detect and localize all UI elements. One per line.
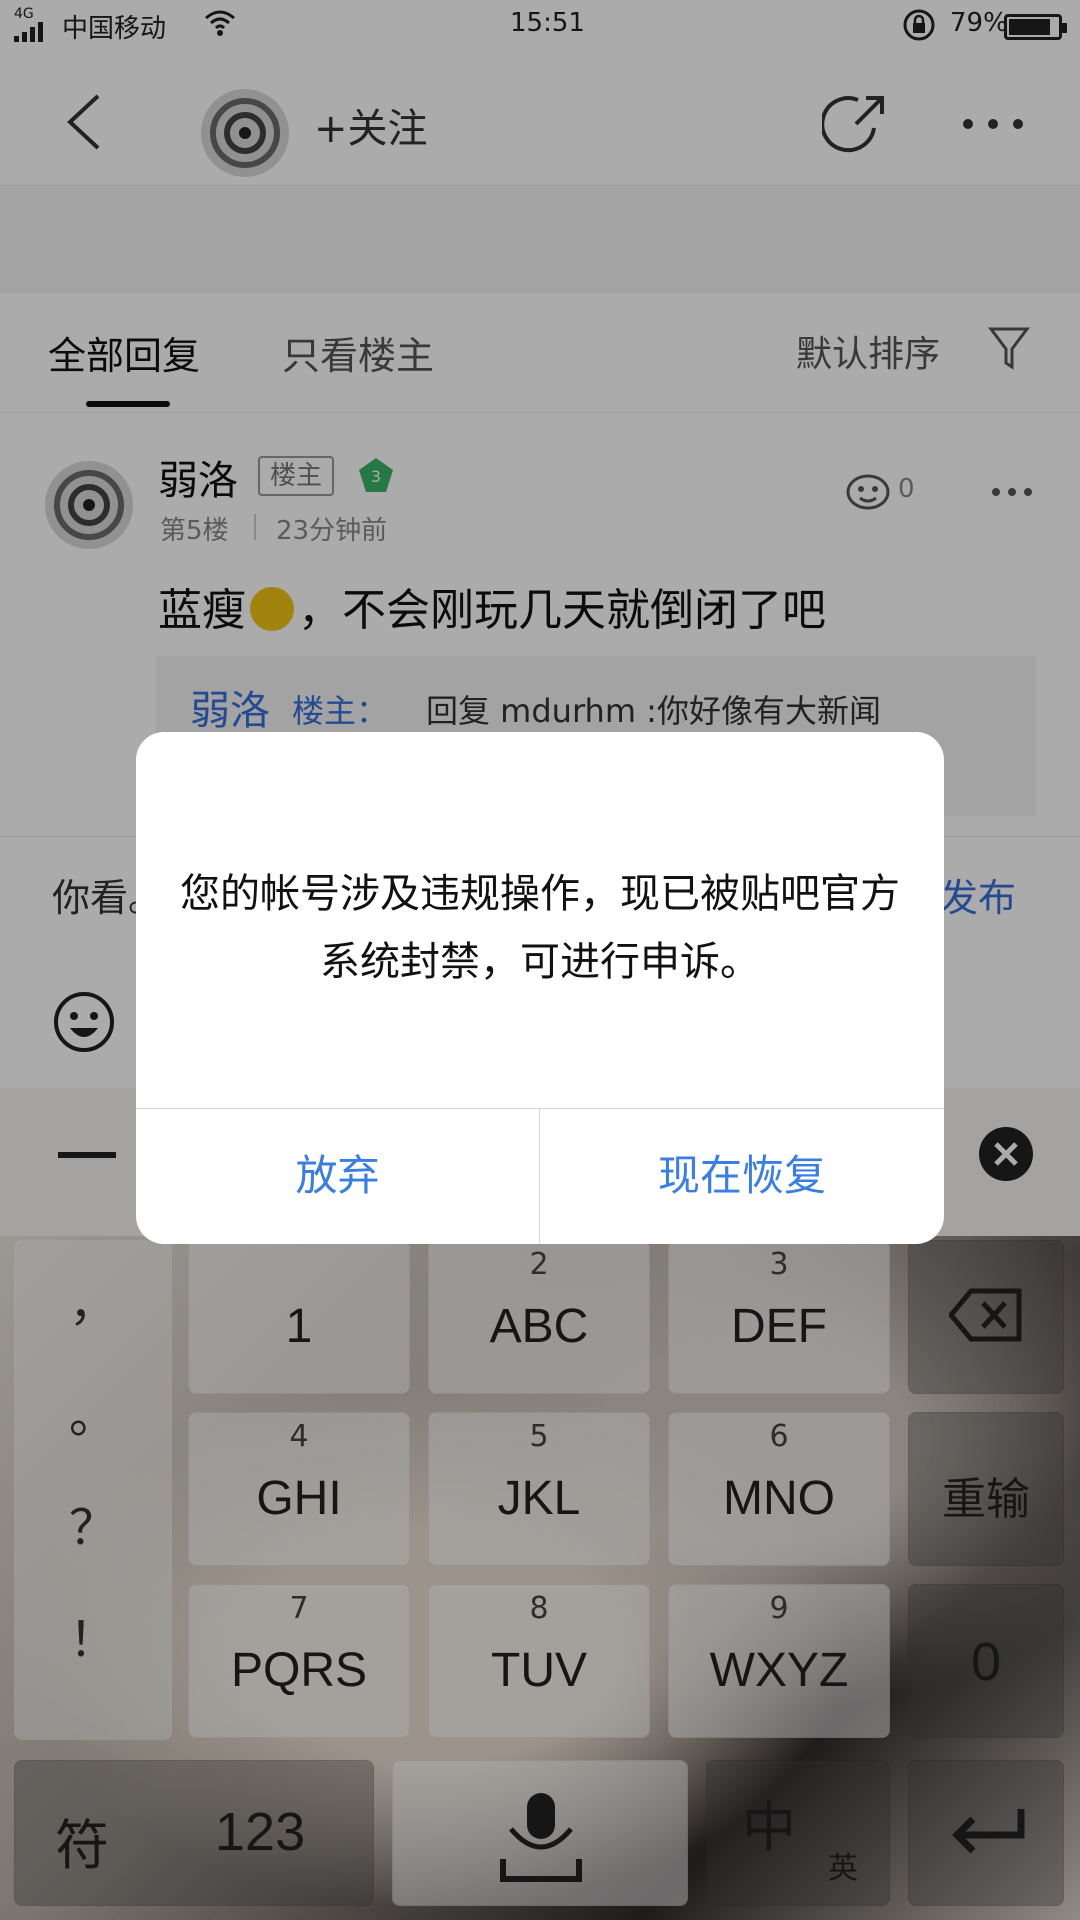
ban-dialog: 您的帐号涉及违规操作，现已被贴吧官方系统封禁，可进行申诉。 放弃 现在恢复 (136, 732, 944, 1244)
give-up-button[interactable]: 放弃 (136, 1108, 539, 1244)
dialog-message: 您的帐号涉及违规操作，现已被贴吧官方系统封禁，可进行申诉。 (180, 871, 900, 985)
restore-now-button[interactable]: 现在恢复 (540, 1108, 944, 1244)
